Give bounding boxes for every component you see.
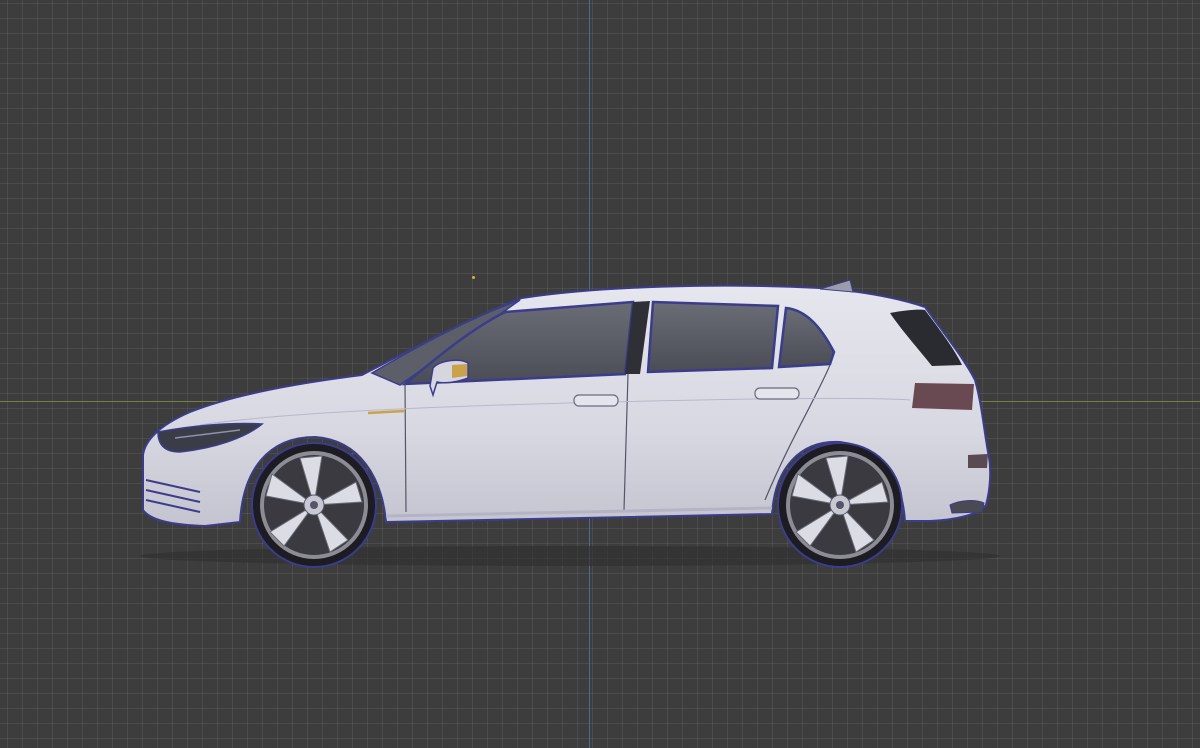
rear-wheel bbox=[777, 442, 903, 568]
rear-window bbox=[646, 300, 780, 374]
3d-viewport[interactable] bbox=[0, 0, 1200, 748]
front-wheel bbox=[251, 442, 377, 568]
rear-door-handle bbox=[754, 387, 800, 400]
exhaust bbox=[949, 500, 985, 514]
front-door-handle bbox=[573, 394, 619, 407]
car-model[interactable] bbox=[0, 0, 1200, 748]
tail-light bbox=[912, 383, 974, 410]
rear-reflector bbox=[968, 454, 988, 468]
